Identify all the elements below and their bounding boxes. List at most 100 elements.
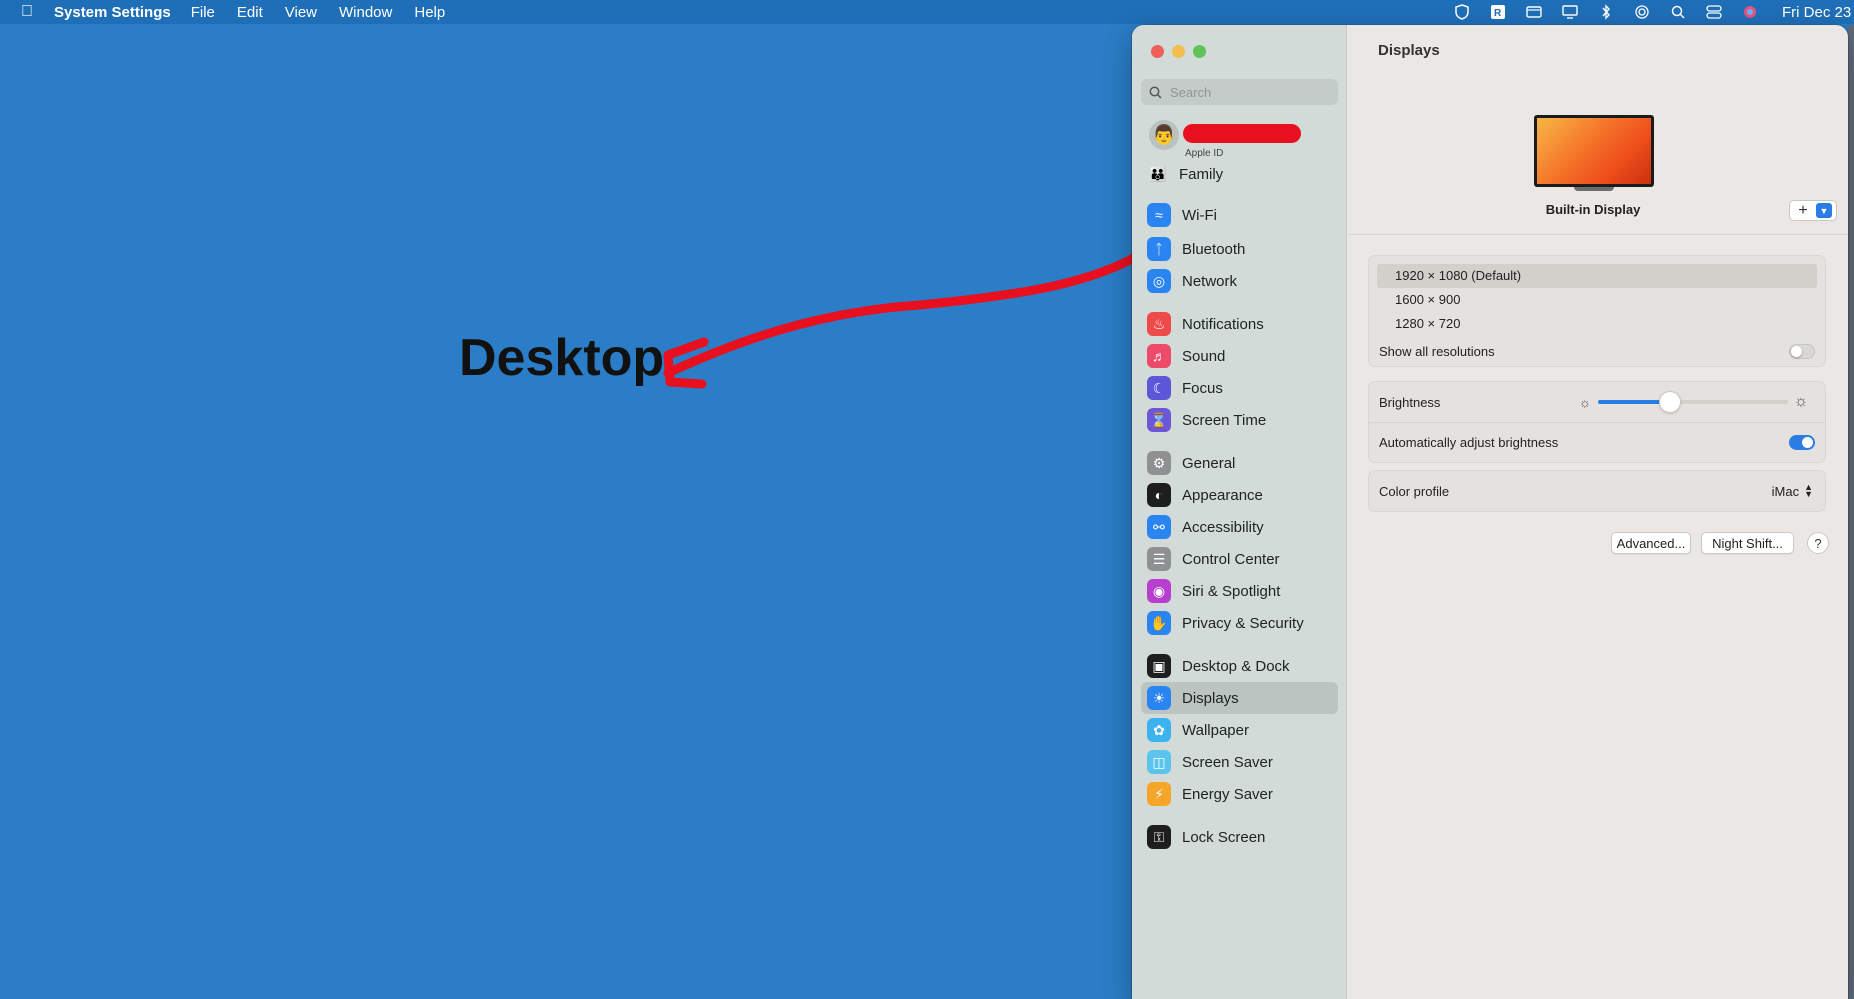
bluetooth-icon: ᛏ (1147, 237, 1171, 261)
help-button[interactable]: ? (1807, 532, 1829, 554)
display-name-label: Built-in Display (1545, 202, 1641, 217)
close-window-button[interactable] (1151, 45, 1164, 58)
menu-app-name[interactable]: System Settings (54, 4, 171, 21)
zoom-window-button[interactable] (1193, 45, 1206, 58)
sidebar-item-label: Appearance (1182, 486, 1263, 504)
sidebar-item-label: Screen Saver (1182, 753, 1273, 771)
text-input-status-icon[interactable]: R (1488, 4, 1508, 20)
sidebar-item-focus[interactable]: ☾ Focus (1141, 372, 1338, 404)
hourglass-icon: ⌛ (1147, 408, 1171, 432)
red-arrowhead-stroke (663, 337, 709, 389)
brightness-row: Brightness ☼ ☼ (1369, 382, 1825, 422)
sidebar-item-appearance[interactable]: ◐ Appearance (1141, 479, 1338, 511)
siri-icon: ◉ (1147, 579, 1171, 603)
menu-edit[interactable]: Edit (237, 4, 263, 21)
resolution-option[interactable]: 1600 × 900 (1377, 288, 1817, 312)
add-display-button[interactable]: + ▼ (1789, 200, 1837, 221)
resolution-panel: 1920 × 1080 (Default) 1600 × 900 1280 × … (1368, 255, 1826, 367)
hand-icon: ✋ (1147, 611, 1171, 635)
display-preview-icon[interactable] (1534, 115, 1654, 191)
brightness-high-icon: ☼ (1793, 393, 1809, 410)
show-all-resolutions-toggle[interactable] (1789, 343, 1815, 359)
color-profile-select[interactable]: iMac ▲ ▼ (1772, 482, 1813, 499)
system-settings-window: 👨 Apple ID 👪 Family ≈ Wi-Fi ᛏ Bluetooth ◎ Net… (1132, 25, 1848, 999)
sidebar-item-general[interactable]: ⚙ General (1141, 447, 1338, 479)
updown-chevron-icon: ▲ ▼ (1804, 482, 1813, 499)
sidebar-item-label: Screen Time (1182, 411, 1267, 429)
control-center-icon: ☰ (1147, 547, 1171, 571)
menu-help[interactable]: Help (414, 4, 445, 21)
redacted-account-name[interactable] (1183, 124, 1301, 143)
search-input[interactable] (1170, 84, 1330, 100)
sidebar-item-wi-fi[interactable]: ≈ Wi-Fi (1141, 199, 1338, 231)
sidebar-item-lock-screen[interactable]: ⚿ Lock Screen (1141, 821, 1338, 853)
brightness-slider[interactable]: ☼ ☼ (1577, 382, 1809, 422)
sidebar-item-screen-time[interactable]: ⌛ Screen Time (1141, 404, 1338, 436)
siri-status-icon[interactable] (1740, 4, 1760, 20)
night-shift-button[interactable]: Night Shift... (1701, 532, 1794, 554)
sidebar-item-notifications[interactable]: ♨ Notifications (1141, 308, 1338, 340)
auto-brightness-toggle[interactable] (1789, 435, 1815, 450)
search-icon (1149, 86, 1162, 99)
avatar[interactable]: 👨 (1149, 120, 1179, 150)
resolution-option[interactable]: 1920 × 1080 (Default) (1377, 264, 1817, 288)
brightness-track[interactable] (1598, 392, 1788, 412)
sidebar-item-screen-saver[interactable]: ◫ Screen Saver (1141, 746, 1338, 778)
search-field[interactable] (1141, 79, 1338, 105)
plus-icon: + (1798, 201, 1808, 219)
globe-icon: ◎ (1147, 269, 1171, 293)
sidebar-item-label: Privacy & Security (1182, 614, 1304, 632)
sidebar-item-label: Energy Saver (1182, 785, 1273, 803)
menu-bar:  System Settings File Edit View Window … (0, 0, 1854, 24)
sidebar-item-sound[interactable]: ♬ Sound (1141, 340, 1338, 372)
menu-clock[interactable]: Fri Dec 23 10 (1782, 4, 1854, 21)
show-all-resolutions-row: Show all resolutions (1369, 336, 1825, 366)
sidebar-item-wallpaper[interactable]: ✿ Wallpaper (1141, 714, 1338, 746)
brightness-low-icon: ☼ (1579, 394, 1591, 410)
sidebar-item-label: Displays (1182, 689, 1239, 707)
apple-id-label: Apple ID (1185, 148, 1224, 159)
control-center-status-icon[interactable] (1704, 4, 1724, 20)
sidebar-item-siri-spotlight[interactable]: ◉ Siri & Spotlight (1141, 575, 1338, 607)
brightness-knob[interactable] (1660, 392, 1681, 412)
sidebar-item-label: Sound (1182, 347, 1226, 365)
spotlight-status-icon[interactable] (1668, 4, 1688, 20)
background-window-edge (1848, 25, 1854, 999)
bluetooth-status-icon[interactable] (1596, 4, 1616, 20)
sidebar-item-privacy-security[interactable]: ✋ Privacy & Security (1141, 607, 1338, 639)
shield-status-icon[interactable] (1452, 4, 1472, 20)
menu-window[interactable]: Window (339, 4, 392, 21)
sidebar-item-network[interactable]: ◎ Network (1141, 265, 1338, 297)
color-profile-label: Color profile (1379, 483, 1450, 499)
sidebar-item-displays[interactable]: ☀ Displays (1141, 682, 1338, 714)
sidebar-item-bluetooth[interactable]: ᛏ Bluetooth (1141, 233, 1338, 265)
display-status-icon[interactable] (1560, 4, 1580, 20)
menu-view[interactable]: View (285, 4, 317, 21)
sidebar-item-label: Wallpaper (1182, 721, 1249, 739)
sidebar-item-accessibility[interactable]: ⚯ Accessibility (1141, 511, 1338, 543)
sidebar-item-label: Bluetooth (1182, 240, 1246, 258)
airdrop-status-icon[interactable] (1632, 4, 1652, 20)
apple-menu-icon[interactable]:  (0, 3, 54, 21)
sidebar-item-label: Focus (1182, 379, 1223, 397)
sidebar-item-desktop-dock[interactable]: ▣ Desktop & Dock (1141, 650, 1338, 682)
bell-icon: ♨ (1147, 312, 1171, 336)
sidebar-item-control-center[interactable]: ☰ Control Center (1141, 543, 1338, 575)
page-title: Displays (1378, 42, 1440, 59)
resolution-option[interactable]: 1280 × 720 (1377, 312, 1817, 336)
sidebar-item-energy-saver[interactable]: ⚡ Energy Saver (1141, 778, 1338, 810)
sidebar-item-label: Desktop & Dock (1182, 657, 1290, 675)
sun-icon: ☀ (1147, 686, 1171, 710)
window-status-icon[interactable] (1524, 4, 1544, 20)
advanced-button[interactable]: Advanced... (1611, 532, 1691, 554)
svg-text:R: R (1494, 8, 1502, 19)
minimize-window-button[interactable] (1172, 45, 1185, 58)
sidebar-item-family[interactable]: 👪 Family (1149, 166, 1223, 183)
accessibility-icon: ⚯ (1147, 515, 1171, 539)
screensaver-icon: ◫ (1147, 750, 1171, 774)
menu-file[interactable]: File (191, 4, 215, 21)
account-section: 👨 Apple ID 👪 Family (1149, 120, 1339, 183)
auto-brightness-row: Automatically adjust brightness (1369, 422, 1825, 462)
desktop-annotation-label: Desktop (459, 329, 665, 387)
window-controls (1151, 45, 1206, 58)
